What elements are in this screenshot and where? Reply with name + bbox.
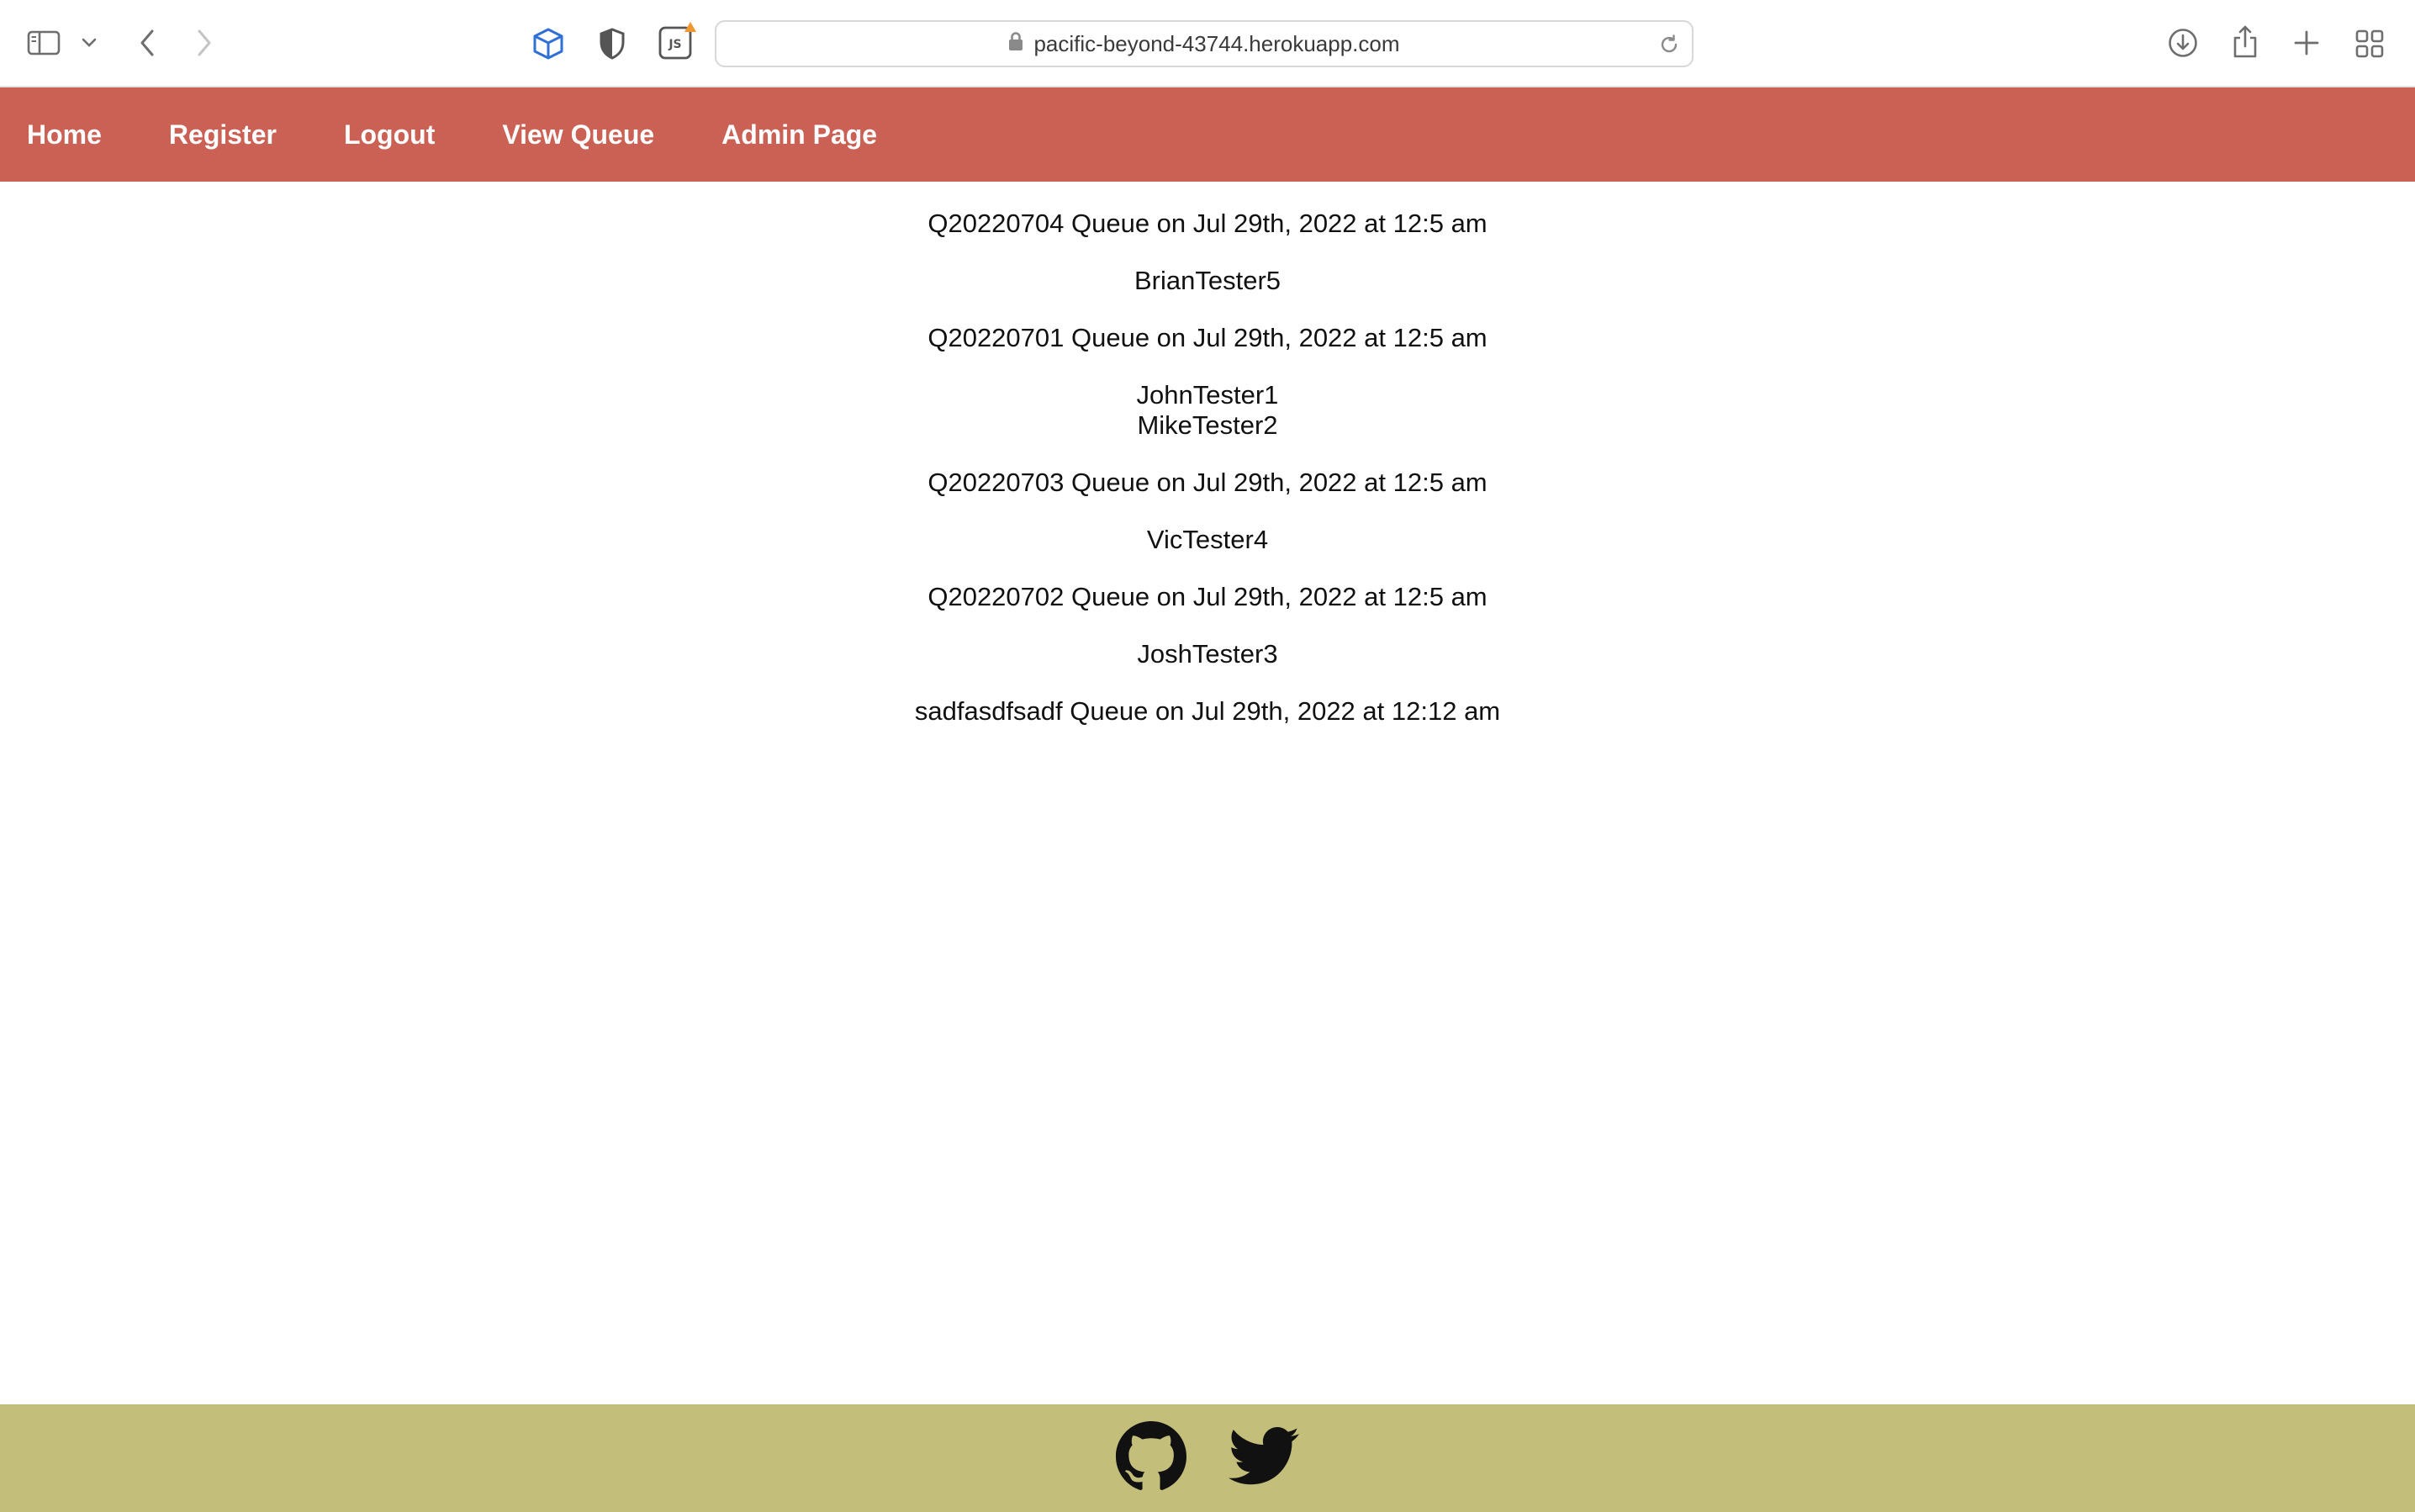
queue-title: Q20220704 Queue on Jul 29th, 2022 at 12:… (927, 209, 1488, 238)
queue-members: JoshTester3 (0, 639, 2415, 669)
reload-icon[interactable] (1658, 34, 1680, 56)
nav-view-queue-link[interactable]: View Queue (502, 119, 654, 151)
queue-member: MikeTester2 (1137, 410, 1278, 440)
queue-title: Q20220701 Queue on Jul 29th, 2022 at 12:… (927, 323, 1488, 352)
extension-cube-icon[interactable] (530, 25, 567, 62)
github-icon[interactable] (1116, 1420, 1186, 1496)
download-icon[interactable] (2166, 25, 2200, 61)
lock-icon (1008, 22, 1023, 66)
svg-text:JS: JS (668, 38, 681, 51)
address-bar[interactable]: pacific-beyond-43744.herokuapp.com (715, 20, 1694, 67)
nav-home-link[interactable]: Home (27, 119, 102, 151)
chevron-down-icon[interactable] (79, 34, 99, 52)
queue-title: sadfasdfsadf Queue on Jul 29th, 2022 at … (914, 696, 1501, 726)
shield-icon[interactable] (595, 25, 629, 62)
queue-item: sadfasdfsadf Queue on Jul 29th, 2022 at … (0, 696, 2415, 727)
url-text[interactable]: pacific-beyond-43744.herokuapp.com (1033, 22, 1399, 66)
nav-logout-link[interactable]: Logout (344, 119, 435, 151)
queue-member: JoshTester3 (1137, 639, 1278, 669)
twitter-icon[interactable] (1229, 1426, 1299, 1491)
queue-item: Q20220703 Queue on Jul 29th, 2022 at 12:… (0, 468, 2415, 555)
queue-item: Q20220704 Queue on Jul 29th, 2022 at 12:… (0, 209, 2415, 296)
forward-icon[interactable] (190, 25, 219, 61)
queue-members: VicTester4 (0, 525, 2415, 555)
queue-members: BrianTester5 (0, 266, 2415, 296)
back-icon[interactable] (133, 25, 161, 61)
queue-member: JohnTester1 (1136, 380, 1279, 410)
queue-title: Q20220702 Queue on Jul 29th, 2022 at 12:… (927, 582, 1488, 611)
share-icon[interactable] (2228, 22, 2262, 61)
queue-item: Q20220702 Queue on Jul 29th, 2022 at 12:… (0, 582, 2415, 669)
browser-toolbar: JS pacific-beyond-43744.herokuapp.com (0, 0, 2415, 87)
queue-member: VicTester4 (1146, 525, 1269, 554)
queue-members: JohnTester1 MikeTester2 (0, 380, 2415, 441)
nav-admin-page-link[interactable]: Admin Page (721, 119, 877, 151)
queue-list: Q20220704 Queue on Jul 29th, 2022 at 12:… (0, 182, 2415, 727)
nav-register-link[interactable]: Register (169, 119, 277, 151)
tab-overview-icon[interactable] (2353, 27, 2386, 61)
sidebar-icon[interactable] (25, 29, 62, 57)
queue-member: BrianTester5 (1134, 266, 1281, 295)
site-footer (0, 1404, 2415, 1512)
new-tab-icon[interactable] (2291, 27, 2323, 59)
queue-item: Q20220701 Queue on Jul 29th, 2022 at 12:… (0, 323, 2415, 441)
js-extension-icon[interactable]: JS (658, 22, 698, 62)
main-nav: Home Register Logout View Queue Admin Pa… (0, 87, 2415, 182)
queue-title: Q20220703 Queue on Jul 29th, 2022 at 12:… (927, 468, 1488, 497)
